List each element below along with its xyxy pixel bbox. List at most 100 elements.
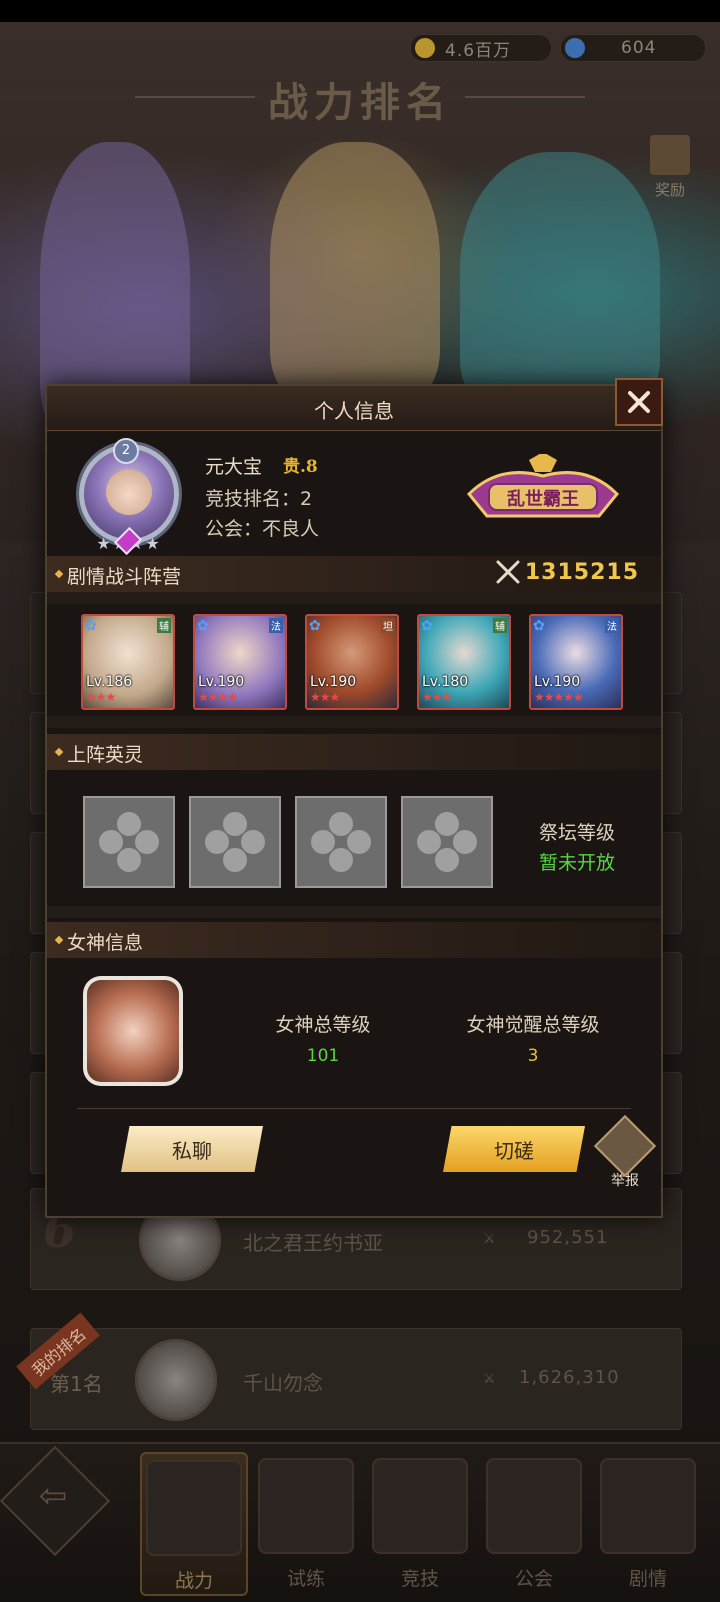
gear-icon: ✿ <box>533 618 545 634</box>
gift-icon <box>650 135 690 175</box>
goddess-total-level: 101 <box>306 1046 340 1066</box>
altar-level-label: 祭坛等级 <box>538 822 615 844</box>
hero-stars: ★★★★ <box>198 690 238 704</box>
dialog-title: 个人信息 <box>314 399 394 423</box>
gold-coin-icon <box>415 38 435 58</box>
status-bar <box>0 0 720 22</box>
section-divider <box>47 716 661 728</box>
nav-power-ranking[interactable]: 战力 <box>140 1452 248 1596</box>
player-power: 952,551 <box>527 1227 609 1248</box>
bullet-icon <box>54 569 64 579</box>
player-name: 千山勿念 <box>243 1371 323 1395</box>
close-button[interactable] <box>615 378 663 426</box>
spirit-slot-empty[interactable] <box>295 796 387 888</box>
goddess-awaken-label: 女神觉醒总等级 <box>466 1014 600 1036</box>
team-power: 1315215 <box>495 559 639 585</box>
nav-story[interactable]: 剧情 <box>596 1452 700 1592</box>
guild-icon <box>486 1458 582 1554</box>
title-badge-text: 乱世霸王 <box>507 489 579 510</box>
story-team-header: 剧情战斗阵营 1315215 <box>47 556 661 592</box>
flower-emblem-icon <box>311 812 371 872</box>
hero-role-tag: 法 <box>605 618 619 633</box>
avatar-level-badge: 2 <box>113 438 139 464</box>
crossed-swords-icon <box>496 560 520 584</box>
hero-role-tag: 坦 <box>381 618 395 633</box>
hero-card[interactable]: ✿ 法 Lv.190 ★★★★★ <box>529 614 623 710</box>
close-icon <box>628 391 650 413</box>
hero-level: Lv.186 <box>86 674 133 690</box>
nav-trial[interactable]: 试练 <box>254 1452 358 1592</box>
hero-level: Lv.190 <box>310 674 357 690</box>
spirit-slot-empty[interactable] <box>189 796 281 888</box>
hero-level: Lv.190 <box>198 674 245 690</box>
arena-icon <box>372 1458 468 1554</box>
hero-lineup: ✿ 辅 Lv.186 ★★★ ✿ 法 Lv.190 ★★★★ ✿ 坦 Lv.19… <box>81 614 641 710</box>
gold-counter: 4.6百万 <box>410 34 552 62</box>
divider-line <box>77 1108 631 1109</box>
spirit-slot-empty[interactable] <box>83 796 175 888</box>
reward-button[interactable]: 奖励 <box>642 135 698 200</box>
hero-stars: ★★★ <box>422 690 452 704</box>
avatar <box>135 1339 217 1421</box>
story-icon <box>600 1458 696 1554</box>
goddess-total-level-label: 女神总等级 <box>275 1014 371 1036</box>
title-ornament-right <box>465 96 585 98</box>
hero-role-tag: 辅 <box>493 618 507 633</box>
goddess-art <box>87 980 179 1082</box>
arena-rank-line: 竞技排名：2 <box>205 488 313 510</box>
flower-emblem-icon <box>417 812 477 872</box>
hero-stars: ★★★ <box>310 690 340 704</box>
gear-icon: ✿ <box>197 618 209 634</box>
player-power: 1,626,310 <box>519 1367 620 1388</box>
flower-emblem-icon <box>99 812 159 872</box>
player-name: 北之君王约书亚 <box>243 1231 383 1255</box>
gear-icon: ✿ <box>421 618 433 634</box>
dialog-header: 个人信息 <box>47 386 661 431</box>
goddess-awaken-level: 3 <box>527 1046 539 1066</box>
power-icon: ⚔ <box>483 1231 496 1247</box>
spirits-header: 上阵英灵 <box>47 734 661 770</box>
personal-info-dialog: 个人信息 2 ★★★★ 元大宝 贵.8 竞技排名：2 公会：不良人 乱世霸王 <box>45 378 663 1218</box>
section-divider <box>47 906 661 918</box>
gear-icon: ✿ <box>309 618 321 634</box>
profile-section: 2 ★★★★ 元大宝 贵.8 竞技排名：2 公会：不良人 乱世霸王 <box>47 430 661 560</box>
section-divider <box>47 592 661 604</box>
hero-stars: ★★★ <box>86 690 116 704</box>
flower-emblem-icon <box>205 812 265 872</box>
vip-badge: 贵.8 <box>283 457 318 477</box>
bullet-icon <box>54 747 64 757</box>
hero-role-tag: 法 <box>269 618 283 633</box>
spirit-slot-empty[interactable] <box>401 796 493 888</box>
nav-arena[interactable]: 竞技 <box>368 1452 472 1592</box>
duel-button[interactable]: 切磋 <box>443 1126 585 1172</box>
gear-icon: ✿ <box>85 618 97 634</box>
private-chat-button[interactable]: 私聊 <box>121 1126 263 1172</box>
nav-guild[interactable]: 公会 <box>482 1452 586 1592</box>
power-icon: ⚔ <box>483 1371 496 1387</box>
my-rank-value: 第1名 <box>50 1372 103 1396</box>
my-ranking-row[interactable]: 千山勿念 ⚔ 1,626,310 <box>30 1328 682 1430</box>
goddess-portrait[interactable] <box>83 976 183 1086</box>
page-title: 战力排名 <box>268 79 452 126</box>
avatar-portrait <box>106 469 152 515</box>
gem-counter: 604 <box>560 34 706 62</box>
report-icon <box>593 1114 657 1178</box>
trial-icon <box>258 1458 354 1554</box>
back-arrow-icon: ⇦ <box>38 1476 68 1516</box>
hero-role-tag: 辅 <box>157 618 171 633</box>
gem-icon <box>565 38 585 58</box>
hero-card[interactable]: ✿ 法 Lv.190 ★★★★ <box>193 614 287 710</box>
hero-stars: ★★★★★ <box>534 690 584 704</box>
bullet-icon <box>54 935 64 945</box>
altar-level-value: 暂未开放 <box>538 852 615 874</box>
player-name: 元大宝 <box>205 456 263 478</box>
hero-card[interactable]: ✿ 辅 Lv.186 ★★★ <box>81 614 175 710</box>
hero-level: Lv.180 <box>422 674 469 690</box>
hero-card[interactable]: ✿ 坦 Lv.190 ★★★ <box>305 614 399 710</box>
power-ranking-icon <box>146 1460 242 1556</box>
goddess-header: 女神信息 <box>47 922 661 958</box>
guild-line: 公会：不良人 <box>205 518 320 540</box>
report-button[interactable]: 举报 <box>593 1114 657 1190</box>
hero-level: Lv.190 <box>534 674 581 690</box>
hero-card[interactable]: ✿ 辅 Lv.180 ★★★ <box>417 614 511 710</box>
